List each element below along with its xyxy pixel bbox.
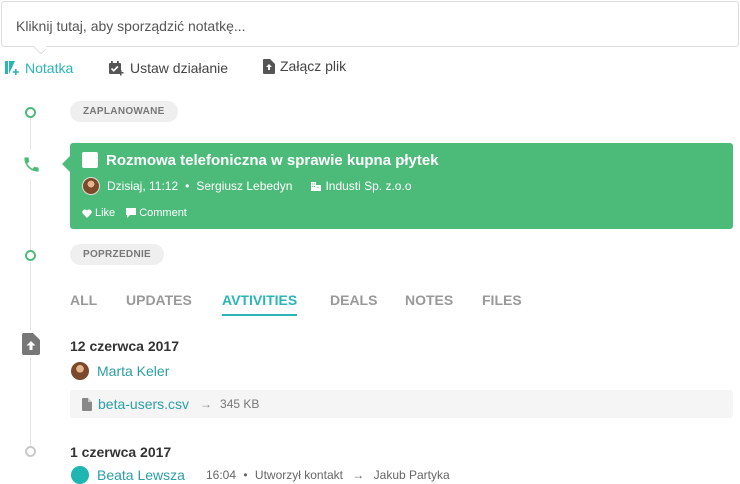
tab-attach-file[interactable]: Załącz plik — [263, 58, 346, 74]
file-upload-icon — [263, 58, 275, 74]
comment-label: Comment — [139, 207, 187, 219]
timeline-dot — [25, 107, 36, 118]
person-link[interactable]: Beata Lewsza — [97, 467, 185, 483]
tab-note-label: Notatka — [25, 60, 74, 76]
calendar-check-icon — [109, 61, 124, 76]
timeline-dot — [25, 250, 36, 261]
heart-icon — [82, 209, 92, 218]
entry-person: Beata Lewsza — [71, 466, 185, 484]
filter-tab-all[interactable]: ALL — [70, 292, 97, 314]
call-time: Dzisiaj, 11:12 — [107, 179, 179, 193]
arrow-icon: → — [352, 468, 365, 482]
attached-file-row: beta-users.csv → 345 KB — [70, 390, 733, 418]
note-input-caret — [34, 46, 46, 54]
timeline-dot — [25, 446, 36, 457]
arrow-icon: → — [200, 397, 213, 411]
file-icon — [82, 397, 92, 411]
building-icon — [311, 182, 322, 191]
timeline-line — [30, 180, 31, 250]
person-link[interactable]: Marta Keler — [97, 363, 169, 379]
call-title: Rozmowa telefoniczna w sprawie kupna pły… — [106, 152, 439, 169]
avatar — [71, 362, 89, 380]
comment-button[interactable]: Comment — [126, 207, 187, 219]
section-pill-previous: POPRZEDNIE — [70, 244, 165, 265]
call-company-name: Industi Sp. z.o.o — [325, 179, 412, 193]
call-actions: Like Comment — [82, 207, 198, 219]
note-add-icon — [5, 61, 19, 75]
entry-date: 1 czerwca 2017 — [70, 444, 172, 460]
section-pill-planned: ZAPLANOWANE — [70, 101, 178, 122]
entry-action: Utworzył kontakt — [254, 468, 343, 482]
call-complete-checkbox[interactable] — [82, 152, 98, 168]
comment-icon — [126, 208, 137, 218]
file-upload-icon — [22, 333, 40, 355]
entry-time: 16:04 — [206, 468, 237, 482]
entry-person: Marta Keler — [71, 362, 169, 380]
bullet-separator: • — [243, 468, 248, 482]
tab-set-action[interactable]: Ustaw działanie — [108, 60, 228, 76]
call-company[interactable]: Industi Sp. z.o.o — [311, 179, 412, 193]
call-card-arrow — [62, 156, 70, 172]
file-size: 345 KB — [220, 397, 260, 411]
timeline-line — [30, 118, 31, 150]
note-input-placeholder: Kliknij tutaj, aby sporządzić notatkę... — [16, 18, 246, 34]
like-label: Like — [95, 207, 116, 219]
filter-tab-updates[interactable]: UPDATES — [126, 292, 192, 314]
filter-tab-notes[interactable]: NOTES — [405, 292, 453, 314]
entry-meta: 16:04 • Utworzył kontakt → Jakub Partyka — [206, 468, 450, 482]
filter-tab-files[interactable]: FILES — [482, 292, 522, 314]
filter-tab-deals[interactable]: DEALS — [330, 292, 377, 314]
avatar — [71, 466, 89, 484]
timeline-line — [30, 358, 31, 446]
file-link[interactable]: beta-users.csv — [98, 396, 189, 412]
avatar — [82, 177, 100, 195]
note-input[interactable]: Kliknij tutaj, aby sporządzić notatkę... — [1, 1, 739, 47]
call-meta: Dzisiaj, 11:12 • Sergiusz Lebedyn Indust… — [82, 177, 412, 195]
like-button[interactable]: Like — [82, 207, 115, 219]
filter-tab-activities[interactable]: AVTIVITIES — [222, 292, 298, 316]
tab-attach-file-label: Załącz plik — [280, 58, 347, 74]
entry-target[interactable]: Jakub Partyka — [374, 468, 450, 482]
phone-icon — [24, 157, 39, 172]
entry-date: 12 czerwca 2017 — [70, 338, 179, 354]
tab-set-action-label: Ustaw działanie — [130, 60, 229, 76]
planned-call-card[interactable]: Rozmowa telefoniczna w sprawie kupna pły… — [70, 143, 733, 229]
call-owner[interactable]: Sergiusz Lebedyn — [196, 179, 292, 193]
bullet-separator: • — [185, 179, 190, 193]
tab-note[interactable]: Notatka — [4, 60, 73, 76]
timeline-line — [30, 262, 31, 330]
